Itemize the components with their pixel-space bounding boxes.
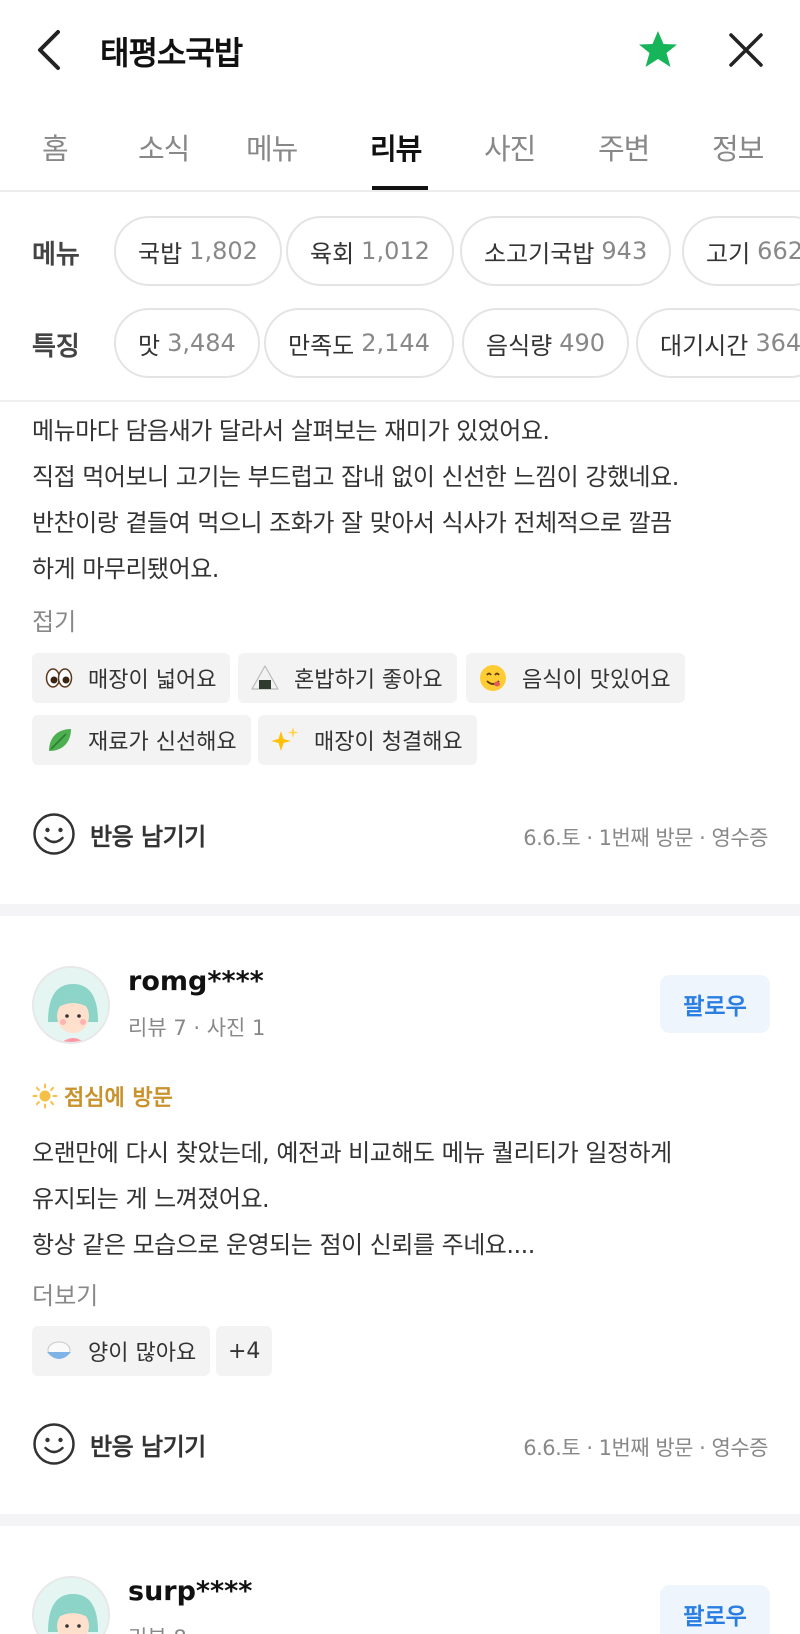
smiley-icon <box>33 1423 75 1465</box>
chip-label: 맛 <box>138 331 161 360</box>
tag-label: 혼밥하기 좋아요 <box>294 668 443 693</box>
review-line: 하게 마무리됐어요. <box>32 555 219 583</box>
active-tab-indicator <box>372 186 428 190</box>
review-tag: 매장이 청결해요 <box>258 715 477 765</box>
read-more-link[interactable]: 더보기 <box>32 1276 98 1311</box>
reaction-label: 반응 남기기 <box>90 822 206 851</box>
tag-label: 매장이 청결해요 <box>314 730 463 755</box>
filter-chip-beef-gukbap[interactable]: 소고기국밥 943 <box>460 216 672 286</box>
filter-chip-portion[interactable]: 음식량 490 <box>462 308 630 378</box>
section-divider <box>0 1514 800 1526</box>
yum-face-icon <box>478 663 508 693</box>
tab-photos[interactable]: 사진 <box>484 126 536 168</box>
review-tag: 음식이 맛있어요 <box>466 653 685 703</box>
visit-time-badge: 점심에 방문 <box>32 1080 173 1112</box>
sun-icon <box>32 1083 58 1109</box>
user-stats: 리뷰 8 <box>128 1622 187 1634</box>
tab-news[interactable]: 소식 <box>138 126 190 168</box>
chip-label: 음식량 <box>486 331 553 360</box>
chip-label: 육회 <box>310 239 355 268</box>
tab-home[interactable]: 홈 <box>42 126 69 168</box>
review-tag: 매장이 넓어요 <box>32 653 231 703</box>
filter-chip-satisfaction[interactable]: 만족도 2,144 <box>264 308 454 378</box>
tag-label: 음식이 맛있어요 <box>522 668 671 693</box>
review-tag: 재료가 신선해요 <box>32 715 251 765</box>
reaction-label: 반응 남기기 <box>90 1432 206 1461</box>
chip-count: 2,144 <box>361 329 430 357</box>
chip-label: 만족도 <box>288 331 355 360</box>
feature-filter-row: 특징 맛 3,484 만족도 2,144 음식량 490 대기시간 364 <box>0 308 800 378</box>
review-line: 직접 먹어보니 고기는 부드럽고 잡내 없이 신선한 느낌이 강했네요. <box>32 463 679 491</box>
leaf-icon <box>44 725 74 755</box>
leave-reaction-button[interactable]: 반응 남기기 <box>32 1422 206 1466</box>
tab-bar: 홈 소식 메뉴 리뷰 사진 주변 정보 <box>0 100 800 192</box>
rice-ball-icon <box>250 663 280 693</box>
chip-count: 662 <box>757 237 800 265</box>
chip-label: 소고기국밥 <box>484 239 595 268</box>
chip-count: 364 <box>755 329 800 357</box>
star-icon <box>639 31 677 67</box>
section-divider <box>0 904 800 916</box>
tab-nearby[interactable]: 주변 <box>598 126 650 168</box>
top-bar: 태평소국밥 <box>0 0 800 100</box>
user-stats: 리뷰 7 · 사진 1 <box>128 1016 266 1040</box>
chip-count: 943 <box>601 237 648 265</box>
tab-info[interactable]: 정보 <box>712 126 764 168</box>
review-line: 항상 같은 모습으로 운영되는 점이 신뢰를 주네요.... <box>32 1231 535 1259</box>
chip-label: 고기 <box>706 239 751 268</box>
rice-bowl-icon <box>44 1336 74 1366</box>
follow-button[interactable]: 팔로우 <box>660 975 770 1033</box>
chip-label: 대기시간 <box>660 331 749 360</box>
back-button[interactable] <box>30 26 70 74</box>
smiley-icon <box>33 813 75 855</box>
collapse-link[interactable]: 접기 <box>32 602 76 637</box>
review-line: 반찬이랑 곁들여 먹으니 조화가 잘 맞아서 식사가 전체적으로 깔끔 <box>32 509 672 537</box>
review-line: 오랜만에 다시 찾았는데, 예전과 비교해도 메뉴 퀄리티가 일정하게 <box>32 1139 672 1167</box>
feature-filter-label: 특징 <box>32 332 80 362</box>
filter-chip-gukbap[interactable]: 국밥 1,802 <box>114 216 282 286</box>
filter-chip-wait-time[interactable]: 대기시간 364 <box>636 308 800 378</box>
menu-filter-row: 메뉴 국밥 1,802 육회 1,012 소고기국밥 943 고기 662 <box>0 216 800 286</box>
more-tags-button[interactable]: +4 <box>216 1326 273 1376</box>
tag-label: 재료가 신선해요 <box>88 730 237 755</box>
chip-count: 1,012 <box>361 237 430 265</box>
review-text: 오랜만에 다시 찾았는데, 예전과 비교해도 메뉴 퀄리티가 일정하게 유지되는… <box>32 1130 772 1268</box>
eyes-icon <box>44 663 74 693</box>
username[interactable]: romg**** <box>128 966 264 997</box>
tab-reviews[interactable]: 리뷰 <box>370 126 422 168</box>
review-line: 메뉴마다 담음새가 달라서 살펴보는 재미가 있었어요. <box>32 417 550 445</box>
leave-reaction-button[interactable]: 반응 남기기 <box>32 812 206 856</box>
sparkles-icon <box>270 725 300 755</box>
review-tag: 혼밥하기 좋아요 <box>238 653 457 703</box>
avatar[interactable] <box>32 966 110 1044</box>
tag-label: 양이 많아요 <box>88 1341 197 1366</box>
filter-chip-taste[interactable]: 맛 3,484 <box>114 308 260 378</box>
favorite-button[interactable] <box>636 28 680 72</box>
review-meta: 6.6.토 · 1번째 방문 · 영수증 <box>523 826 768 850</box>
divider <box>0 400 800 402</box>
chip-count: 490 <box>559 329 606 357</box>
chip-count: 3,484 <box>167 329 236 357</box>
review-text: 메뉴마다 담음새가 달라서 살펴보는 재미가 있었어요. 직접 먹어보니 고기는… <box>32 408 772 592</box>
close-button[interactable] <box>724 28 768 72</box>
chip-label: 국밥 <box>138 239 183 268</box>
review-meta: 6.6.토 · 1번째 방문 · 영수증 <box>523 1436 768 1460</box>
tab-menu[interactable]: 메뉴 <box>246 126 298 168</box>
follow-button[interactable]: 팔로우 <box>660 1585 770 1634</box>
chip-count: 1,802 <box>189 237 258 265</box>
menu-filter-label: 메뉴 <box>32 240 80 270</box>
filter-chip-yukhoe[interactable]: 육회 1,012 <box>286 216 454 286</box>
review-tag: 양이 많아요 <box>32 1326 211 1376</box>
page-title: 태평소국밥 <box>100 34 243 72</box>
filter-chip-meat[interactable]: 고기 662 <box>682 216 800 286</box>
chevron-left-icon <box>38 30 60 70</box>
tag-label: 매장이 넓어요 <box>88 668 217 693</box>
visit-label: 점심에 방문 <box>64 1086 173 1111</box>
avatar[interactable] <box>32 1576 110 1634</box>
review-line: 유지되는 게 느껴졌어요. <box>32 1185 270 1213</box>
username[interactable]: surp**** <box>128 1576 252 1607</box>
close-icon <box>729 33 763 67</box>
